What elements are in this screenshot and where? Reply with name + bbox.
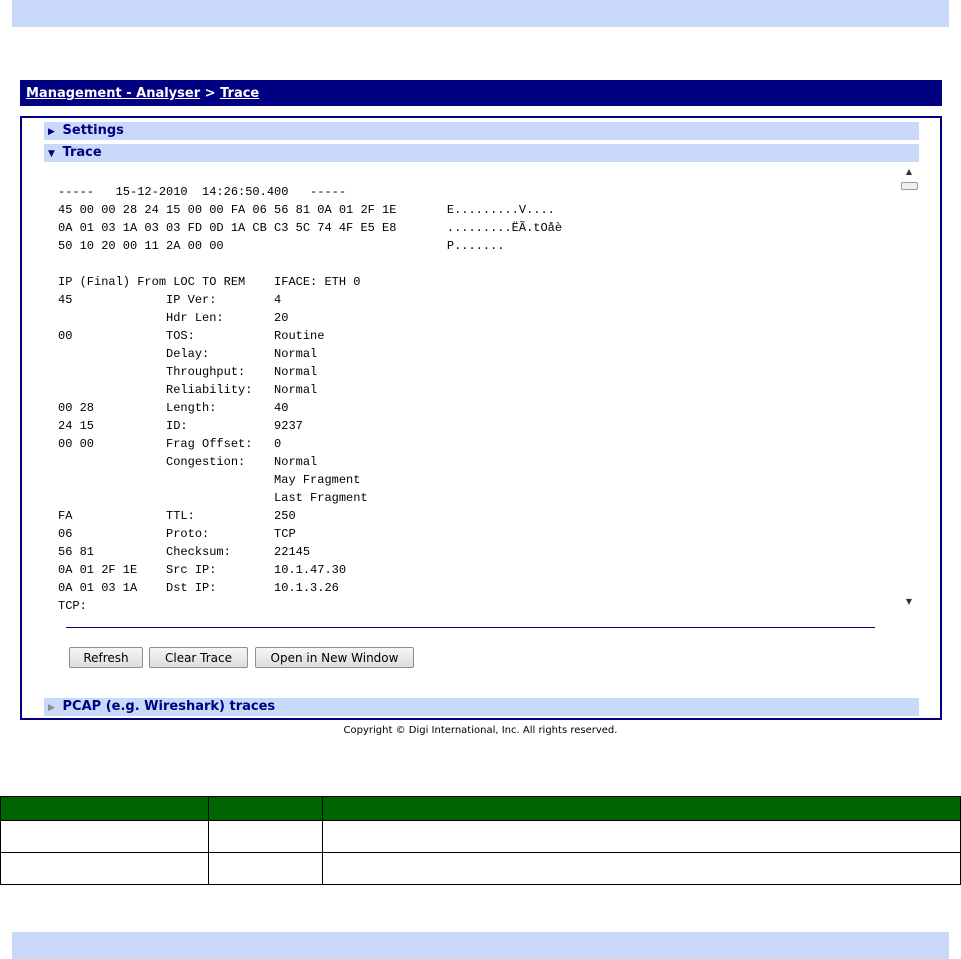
table-cell xyxy=(208,852,323,885)
table-row xyxy=(0,820,961,853)
table-header-cell xyxy=(208,796,323,821)
section-pcap-label: PCAP (e.g. Wireshark) traces xyxy=(62,699,276,714)
triangle-down-icon: ▼ xyxy=(48,149,55,159)
table-cell xyxy=(0,852,209,885)
table-row xyxy=(0,852,961,885)
section-trace-label: Trace xyxy=(62,145,102,160)
breadcrumb-trace-link[interactable]: Trace xyxy=(220,86,259,101)
trace-text: ----- 15-12-2010 14:26:50.400 ----- 45 0… xyxy=(58,185,563,611)
section-settings-label: Settings xyxy=(62,123,124,138)
table-cell xyxy=(322,820,961,853)
trace-output[interactable]: ----- 15-12-2010 14:26:50.400 ----- 45 0… xyxy=(44,163,919,611)
table-cell xyxy=(0,820,209,853)
triangle-right-icon: ▶ xyxy=(48,127,55,137)
section-pcap[interactable]: ▶ PCAP (e.g. Wireshark) traces xyxy=(44,698,919,716)
scroll-thumb[interactable] xyxy=(901,182,918,190)
info-table xyxy=(0,796,961,885)
breadcrumb: Management - Analyser > Trace xyxy=(20,80,942,106)
open-new-window-button[interactable]: Open in New Window xyxy=(255,647,414,668)
table-header-cell xyxy=(322,796,961,821)
top-band xyxy=(12,0,949,27)
table-cell xyxy=(208,820,323,853)
breadcrumb-analyser-link[interactable]: Management - Analyser xyxy=(26,86,200,101)
scroll-up-arrow-icon[interactable]: ▲ xyxy=(899,163,919,179)
triangle-right-icon: ▶ xyxy=(48,703,55,713)
table-header-cell xyxy=(0,796,209,821)
clear-trace-button[interactable]: Clear Trace xyxy=(149,647,248,668)
refresh-button[interactable]: Refresh xyxy=(69,647,143,668)
trace-scrollbar[interactable]: ▲ ▼ xyxy=(899,163,919,611)
section-settings[interactable]: ▶ Settings xyxy=(44,122,919,140)
section-trace[interactable]: ▼ Trace xyxy=(44,144,919,162)
table-header-row xyxy=(0,796,961,821)
copyright-text: Copyright © Digi International, Inc. All… xyxy=(343,725,618,736)
divider xyxy=(66,627,875,628)
table-cell xyxy=(322,852,961,885)
breadcrumb-separator: > xyxy=(204,86,216,101)
bottom-band xyxy=(12,932,949,959)
scroll-down-arrow-icon[interactable]: ▼ xyxy=(899,595,919,611)
